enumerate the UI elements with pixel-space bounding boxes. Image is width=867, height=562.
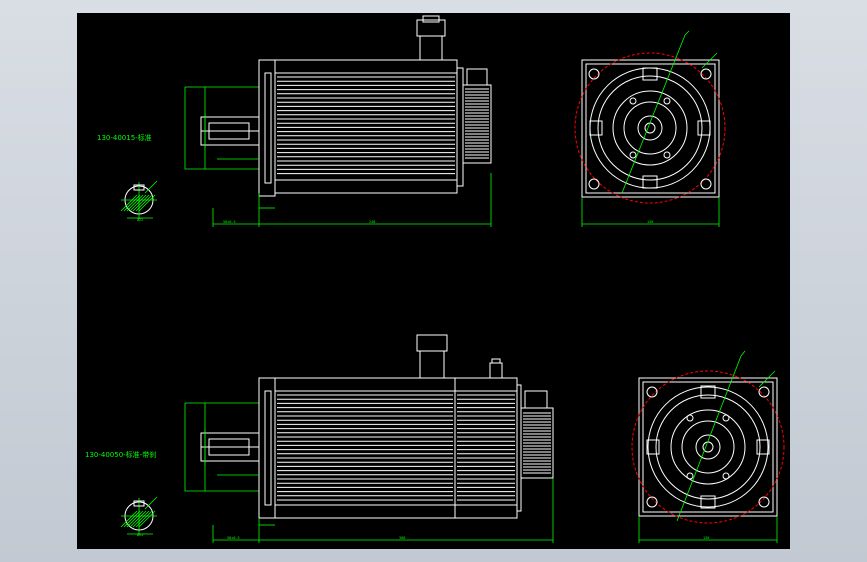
motor-2-body-len: 308 bbox=[399, 536, 405, 540]
motor-2-shaft-section bbox=[120, 496, 158, 535]
motor-1-body-len: 248 bbox=[369, 220, 375, 224]
motor-2-side-view bbox=[184, 334, 554, 543]
motor-2-label: 130-40050-标准-带刹 bbox=[85, 450, 156, 459]
motor-1-shaft-section bbox=[120, 180, 158, 219]
motor-1-flange-w: 130 bbox=[647, 220, 653, 224]
motor-2-flange-w: 130 bbox=[703, 536, 709, 540]
motor-1-shaft-len: 58±0.5 bbox=[223, 220, 236, 224]
cad-viewport[interactable]: 130-40015-标准 58±0.5 248 130 Ø22 130-4005… bbox=[0, 0, 867, 562]
cad-drawing-svg: 130-40015-标准 58±0.5 248 130 Ø22 130-4005… bbox=[85, 15, 785, 543]
motor-2-front-view bbox=[631, 350, 785, 543]
motor-2-shaft-dia: Ø22 bbox=[137, 532, 143, 537]
motor-1-front-view bbox=[574, 30, 726, 227]
drawing-canvas[interactable]: 130-40015-标准 58±0.5 248 130 Ø22 130-4005… bbox=[77, 13, 790, 549]
motor-2-shaft-len: 58±0.5 bbox=[227, 536, 240, 540]
motor-1-side-view bbox=[184, 15, 492, 227]
motor-1-label: 130-40015-标准 bbox=[97, 133, 152, 142]
